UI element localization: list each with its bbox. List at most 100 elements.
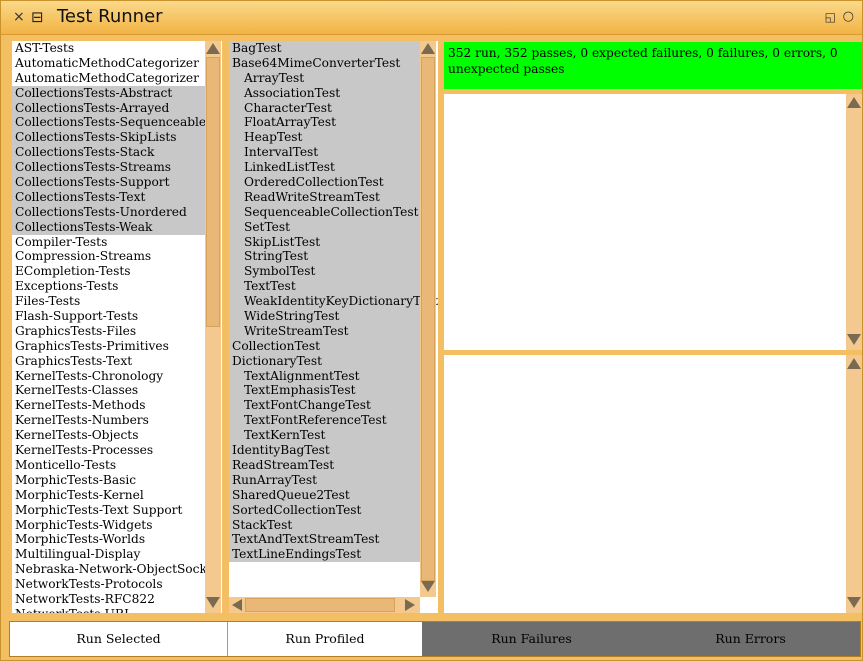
class-list-item[interactable]: SetTest: [229, 219, 420, 235]
class-list-item[interactable]: BagTest: [229, 41, 420, 56]
package-list[interactable]: AST-Tests AutomaticMethodCategorizer Autom…: [12, 41, 219, 613]
package-list-item[interactable]: ECompletion-Tests: [12, 264, 205, 279]
package-list-item[interactable]: CollectionsTests-Support: [12, 175, 205, 190]
run-errors-button[interactable]: Run Errors: [641, 622, 860, 656]
scroll-thumb[interactable]: [206, 57, 220, 327]
package-list-item[interactable]: CollectionsTests-Arrayed: [12, 100, 205, 116]
scroll-up-icon[interactable]: [847, 97, 861, 108]
package-list-item[interactable]: CollectionsTests-Streams: [12, 160, 205, 176]
class-list-item[interactable]: ReadStreamTest: [229, 457, 420, 473]
scroll-left-icon[interactable]: [232, 599, 242, 611]
package-list-item[interactable]: Exceptions-Tests: [12, 279, 205, 294]
class-list-item[interactable]: WeakIdentityKeyDictionaryTest: [229, 294, 438, 310]
package-list-item[interactable]: MorphicTests-Basic: [12, 473, 205, 488]
package-list-item[interactable]: AutomaticMethodCategorizer: [12, 71, 205, 86]
package-list-item[interactable]: MorphicTests-Text Support: [12, 503, 205, 518]
package-list-item[interactable]: AutomaticMethodCategorizer: [12, 56, 205, 71]
scroll-right-icon[interactable]: [405, 599, 415, 611]
class-list-hscrollbar[interactable]: [229, 597, 420, 613]
collapse-icon[interactable]: ◱: [825, 10, 836, 24]
package-list-item[interactable]: Monticello-Tests: [12, 458, 205, 473]
package-list-scrollbar[interactable]: [205, 41, 221, 613]
package-list-item[interactable]: AST-Tests: [12, 41, 205, 56]
package-list-item[interactable]: KernelTests-Classes: [12, 383, 205, 398]
package-list-item[interactable]: NetworkTests-Protocols: [12, 577, 205, 592]
package-list-item[interactable]: KernelTests-Objects: [12, 428, 205, 443]
scroll-down-icon[interactable]: [206, 597, 220, 608]
class-list-item[interactable]: TextKernTest: [229, 428, 420, 444]
class-list-item[interactable]: SymbolTest: [229, 264, 420, 280]
package-list-item[interactable]: GraphicsTests-Files: [12, 324, 205, 339]
run-failures-button[interactable]: Run Failures: [422, 622, 641, 656]
package-list-item[interactable]: Compiler-Tests: [12, 235, 205, 250]
package-list-item[interactable]: KernelTests-Chronology: [12, 369, 205, 384]
package-list-item[interactable]: CollectionsTests-Unordered: [12, 204, 205, 220]
class-list-item[interactable]: DictionaryTest: [229, 353, 420, 369]
class-list-item[interactable]: TextAndTextStreamTest: [229, 532, 420, 548]
class-list-item[interactable]: TextEmphasisTest: [229, 383, 420, 399]
class-list-item[interactable]: TextAlignmentTest: [229, 368, 420, 384]
package-list-item[interactable]: MorphicTests-Worlds: [12, 532, 205, 547]
package-list-item[interactable]: Multilingual-Display: [12, 547, 205, 562]
class-list-item[interactable]: ArrayTest: [229, 70, 420, 86]
class-list-item[interactable]: CollectionTest: [229, 338, 420, 354]
title-bar[interactable]: × ⊟ Test Runner ◱ ○: [1, 1, 862, 35]
class-list-item[interactable]: WideStringTest: [229, 309, 420, 324]
package-list-item[interactable]: Flash-Support-Tests: [12, 309, 205, 324]
class-list-item[interactable]: SortedCollectionTest: [229, 502, 420, 518]
package-list-item[interactable]: Nebraska-Network-ObjectSocket: [12, 562, 219, 577]
package-list-item[interactable]: CollectionsTests-Abstract: [12, 85, 205, 101]
class-list-item[interactable]: Base64MimeConverterTest: [229, 55, 420, 71]
package-list-item[interactable]: MorphicTests-Widgets: [12, 518, 205, 533]
class-list[interactable]: BagTest Base64MimeConverterTest ArrayTest A…: [229, 41, 438, 563]
scroll-thumb[interactable]: [421, 57, 435, 581]
package-list-item[interactable]: MorphicTests-Kernel: [12, 488, 205, 503]
class-list-item[interactable]: StringTest: [229, 249, 420, 265]
package-list-item[interactable]: GraphicsTests-Text: [12, 354, 205, 369]
run-selected-button[interactable]: Run Selected: [10, 622, 228, 656]
class-list-item[interactable]: LinkedListTest: [229, 160, 420, 176]
expand-icon[interactable]: ○: [843, 9, 854, 24]
scroll-up-icon[interactable]: [206, 43, 220, 54]
errors-list-scrollbar[interactable]: [846, 355, 862, 613]
failures-list-pane[interactable]: [444, 94, 862, 350]
package-list-item[interactable]: KernelTests-Numbers: [12, 413, 205, 428]
scroll-down-icon[interactable]: [421, 581, 435, 592]
run-profiled-button[interactable]: Run Profiled: [228, 622, 422, 656]
hscroll-thumb[interactable]: [245, 598, 395, 612]
package-list-item[interactable]: CollectionsTests-Sequenceable: [12, 115, 206, 131]
class-list-item[interactable]: SharedQueue2Test: [229, 487, 420, 503]
scroll-up-icon[interactable]: [847, 358, 861, 369]
class-list-item[interactable]: OrderedCollectionTest: [229, 175, 420, 190]
package-list-item[interactable]: Compression-Streams: [12, 249, 205, 264]
class-list-item[interactable]: HeapTest: [229, 130, 420, 146]
package-list-pane[interactable]: AST-Tests AutomaticMethodCategorizer Autom…: [12, 41, 222, 613]
class-list-item[interactable]: TextLineEndingsTest: [229, 547, 420, 563]
class-list-item[interactable]: AssociationTest: [229, 85, 420, 101]
class-list-item[interactable]: StackTest: [229, 517, 420, 533]
class-list-item[interactable]: WriteStreamTest: [229, 323, 420, 339]
package-list-item[interactable]: Files-Tests: [12, 294, 205, 309]
failures-list-scrollbar[interactable]: [846, 94, 862, 350]
package-list-item[interactable]: GraphicsTests-Primitives: [12, 339, 205, 354]
package-list-item[interactable]: KernelTests-Processes: [12, 443, 205, 458]
class-list-item[interactable]: TextTest: [229, 279, 420, 295]
class-list-item[interactable]: IntervalTest: [229, 145, 420, 161]
package-list-item[interactable]: CollectionsTests-SkipLists: [12, 130, 205, 146]
package-list-item[interactable]: CollectionsTests-Text: [12, 189, 205, 205]
class-list-item[interactable]: RunArrayTest: [229, 472, 420, 488]
scroll-down-icon[interactable]: [847, 597, 861, 608]
class-list-scrollbar[interactable]: [420, 41, 436, 597]
class-list-pane[interactable]: BagTest Base64MimeConverterTest ArrayTest A…: [229, 41, 438, 613]
class-list-item[interactable]: FloatArrayTest: [229, 115, 420, 131]
package-list-item[interactable]: CollectionsTests-Stack: [12, 145, 205, 161]
class-list-item[interactable]: ReadWriteStreamTest: [229, 189, 420, 205]
scroll-down-icon[interactable]: [847, 334, 861, 345]
class-list-item[interactable]: CharacterTest: [229, 100, 420, 116]
package-list-item[interactable]: NetworkTests-URI: [12, 607, 205, 613]
errors-list-pane[interactable]: [444, 355, 862, 613]
package-list-item[interactable]: CollectionsTests-Weak: [12, 219, 205, 235]
class-list-item[interactable]: TextFontReferenceTest: [229, 413, 420, 429]
class-list-item[interactable]: TextFontChangeTest: [229, 398, 420, 414]
package-list-item[interactable]: NetworkTests-RFC822: [12, 592, 205, 607]
